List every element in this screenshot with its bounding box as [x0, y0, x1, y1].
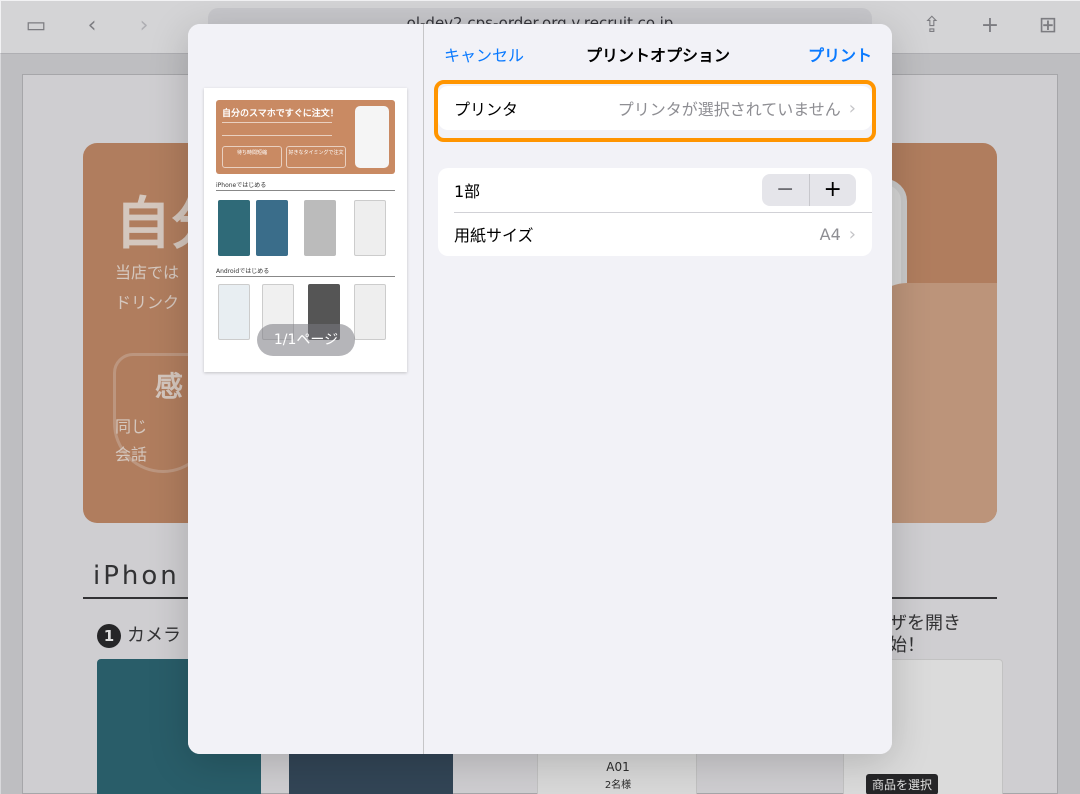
thumbnail-text-lines — [222, 122, 332, 136]
thumbnail-screenshot — [304, 200, 336, 256]
copies-stepper: − + — [762, 174, 856, 206]
thumbnail-pill: 待ち時間短縮 — [222, 146, 282, 168]
thumbnail-pill: 好きなタイミングで注文 — [286, 146, 346, 168]
thumbnail-screenshot — [256, 200, 288, 256]
thumbnail-title: 自分のスマホですぐに注文！ — [222, 109, 339, 119]
thumbnail-rule — [216, 276, 395, 277]
chevron-right-icon: › — [848, 223, 856, 245]
thumbnail-banner: 自分のスマホですぐに注文！ 待ち時間短縮 好きなタイミングで注文 — [216, 100, 395, 174]
paper-size-label: 用紙サイズ — [454, 226, 534, 245]
thumbnail-screenshot — [218, 284, 250, 340]
paper-size-row[interactable]: 用紙サイズ A4 › — [438, 212, 872, 256]
print-preview-pane: 自分のスマホですぐに注文！ 待ち時間短縮 好きなタイミングで注文 iPhoneで… — [188, 24, 424, 754]
thumbnail-rule — [216, 190, 395, 191]
copies-label: 1部 — [454, 182, 481, 201]
paper-size-value: A4 — [819, 224, 841, 244]
copies-row: 1部 − + — [438, 168, 872, 212]
thumbnail-phone — [355, 106, 389, 168]
print-button[interactable]: プリント — [808, 42, 872, 66]
thumbnail-screenshot — [354, 284, 386, 340]
thumbnail-heading: iPhoneではじめる — [216, 182, 267, 189]
print-options-pane: プリントオプション キャンセル プリント プリンタ プリンタが選択されていません… — [424, 24, 892, 754]
cancel-button[interactable]: キャンセル — [444, 42, 524, 66]
thumbnail-screenshot — [218, 200, 250, 256]
thumbnail-heading: Androidではじめる — [216, 268, 270, 275]
printer-highlight-box — [434, 80, 876, 142]
options-group: 1部 − + 用紙サイズ A4 › — [438, 168, 872, 256]
decrement-button[interactable]: − — [762, 174, 810, 206]
page-count-badge: 1/1ページ — [257, 324, 355, 356]
thumbnail-screenshot — [354, 200, 386, 256]
increment-button[interactable]: + — [810, 174, 857, 206]
print-options-sheet: 自分のスマホですぐに注文！ 待ち時間短縮 好きなタイミングで注文 iPhoneで… — [188, 24, 892, 754]
